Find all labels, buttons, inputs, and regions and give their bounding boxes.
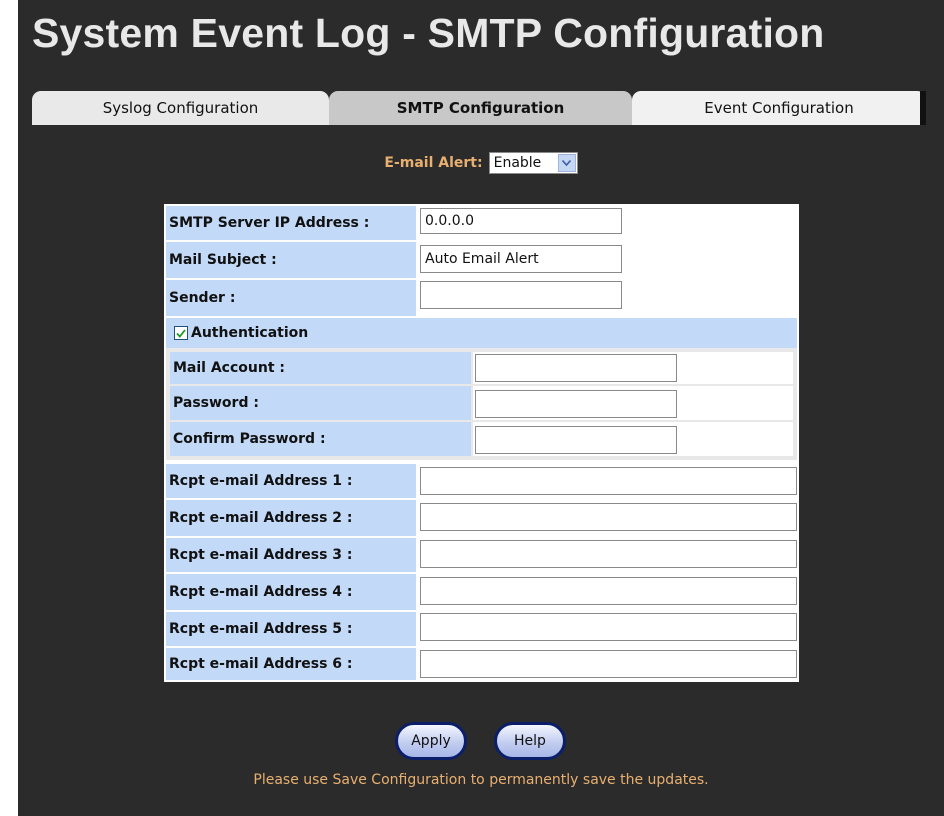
page-background: System Event Log - SMTP Configuration Sy… — [18, 0, 944, 816]
rcpt-address-6-input[interactable] — [420, 650, 797, 678]
rcpt-address-1-input[interactable] — [420, 467, 797, 495]
rcpt-address-5-input[interactable] — [420, 613, 797, 641]
rcpt-address-4-input[interactable] — [420, 577, 797, 605]
smtp-server-input[interactable]: 0.0.0.0 — [420, 208, 622, 234]
save-note: Please use Save Configuration to permane… — [253, 772, 709, 788]
mail-account-input[interactable] — [475, 354, 677, 382]
chevron-down-icon[interactable] — [557, 154, 576, 172]
authentication-label: Authentication — [191, 325, 309, 341]
tab-syslog-configuration[interactable]: Syslog Configuration — [32, 91, 329, 125]
rcpt-address-1-label: Rcpt e-mail Address 1 : — [166, 464, 416, 498]
help-button[interactable]: Help — [494, 722, 566, 760]
authentication-checkbox[interactable] — [174, 326, 188, 340]
email-alert-label: E-mail Alert: — [384, 155, 483, 171]
mail-subject-label: Mail Subject : — [166, 242, 416, 278]
rcpt-address-3-label: Rcpt e-mail Address 3 : — [166, 538, 416, 572]
mail-account-label: Mail Account : — [170, 352, 471, 384]
apply-button[interactable]: Apply — [395, 722, 467, 760]
email-alert-value: Enable — [493, 155, 542, 171]
mail-subject-input[interactable]: Auto Email Alert — [420, 245, 622, 273]
confirm-password-label: Confirm Password : — [170, 422, 471, 456]
email-alert-select[interactable]: Enable — [488, 152, 578, 174]
authentication-row: Authentication — [166, 318, 797, 348]
password-label: Password : — [170, 386, 471, 420]
tab-bar-edge — [920, 91, 926, 125]
tab-event-configuration[interactable]: Event Configuration — [632, 91, 926, 125]
page-title: System Event Log - SMTP Configuration — [32, 10, 825, 56]
sender-label: Sender : — [166, 280, 416, 316]
smtp-form-table: SMTP Server IP Address : 0.0.0.0 Mail Su… — [164, 204, 799, 682]
confirm-password-input[interactable] — [475, 426, 677, 454]
rcpt-address-2-input[interactable] — [420, 503, 797, 531]
rcpt-address-2-label: Rcpt e-mail Address 2 : — [166, 500, 416, 536]
rcpt-address-4-label: Rcpt e-mail Address 4 : — [166, 574, 416, 610]
rcpt-address-6-label: Rcpt e-mail Address 6 : — [166, 648, 416, 680]
sender-input[interactable] — [420, 281, 622, 309]
rcpt-address-3-input[interactable] — [420, 540, 797, 568]
email-alert-row: E-mail Alert: Enable — [18, 149, 944, 177]
tab-smtp-configuration[interactable]: SMTP Configuration — [329, 91, 632, 125]
authentication-subtable: Mail Account : Password : Confirm Passwo… — [166, 348, 797, 460]
smtp-server-label: SMTP Server IP Address : — [166, 206, 416, 240]
rcpt-address-5-label: Rcpt e-mail Address 5 : — [166, 612, 416, 646]
password-input[interactable] — [475, 390, 677, 418]
